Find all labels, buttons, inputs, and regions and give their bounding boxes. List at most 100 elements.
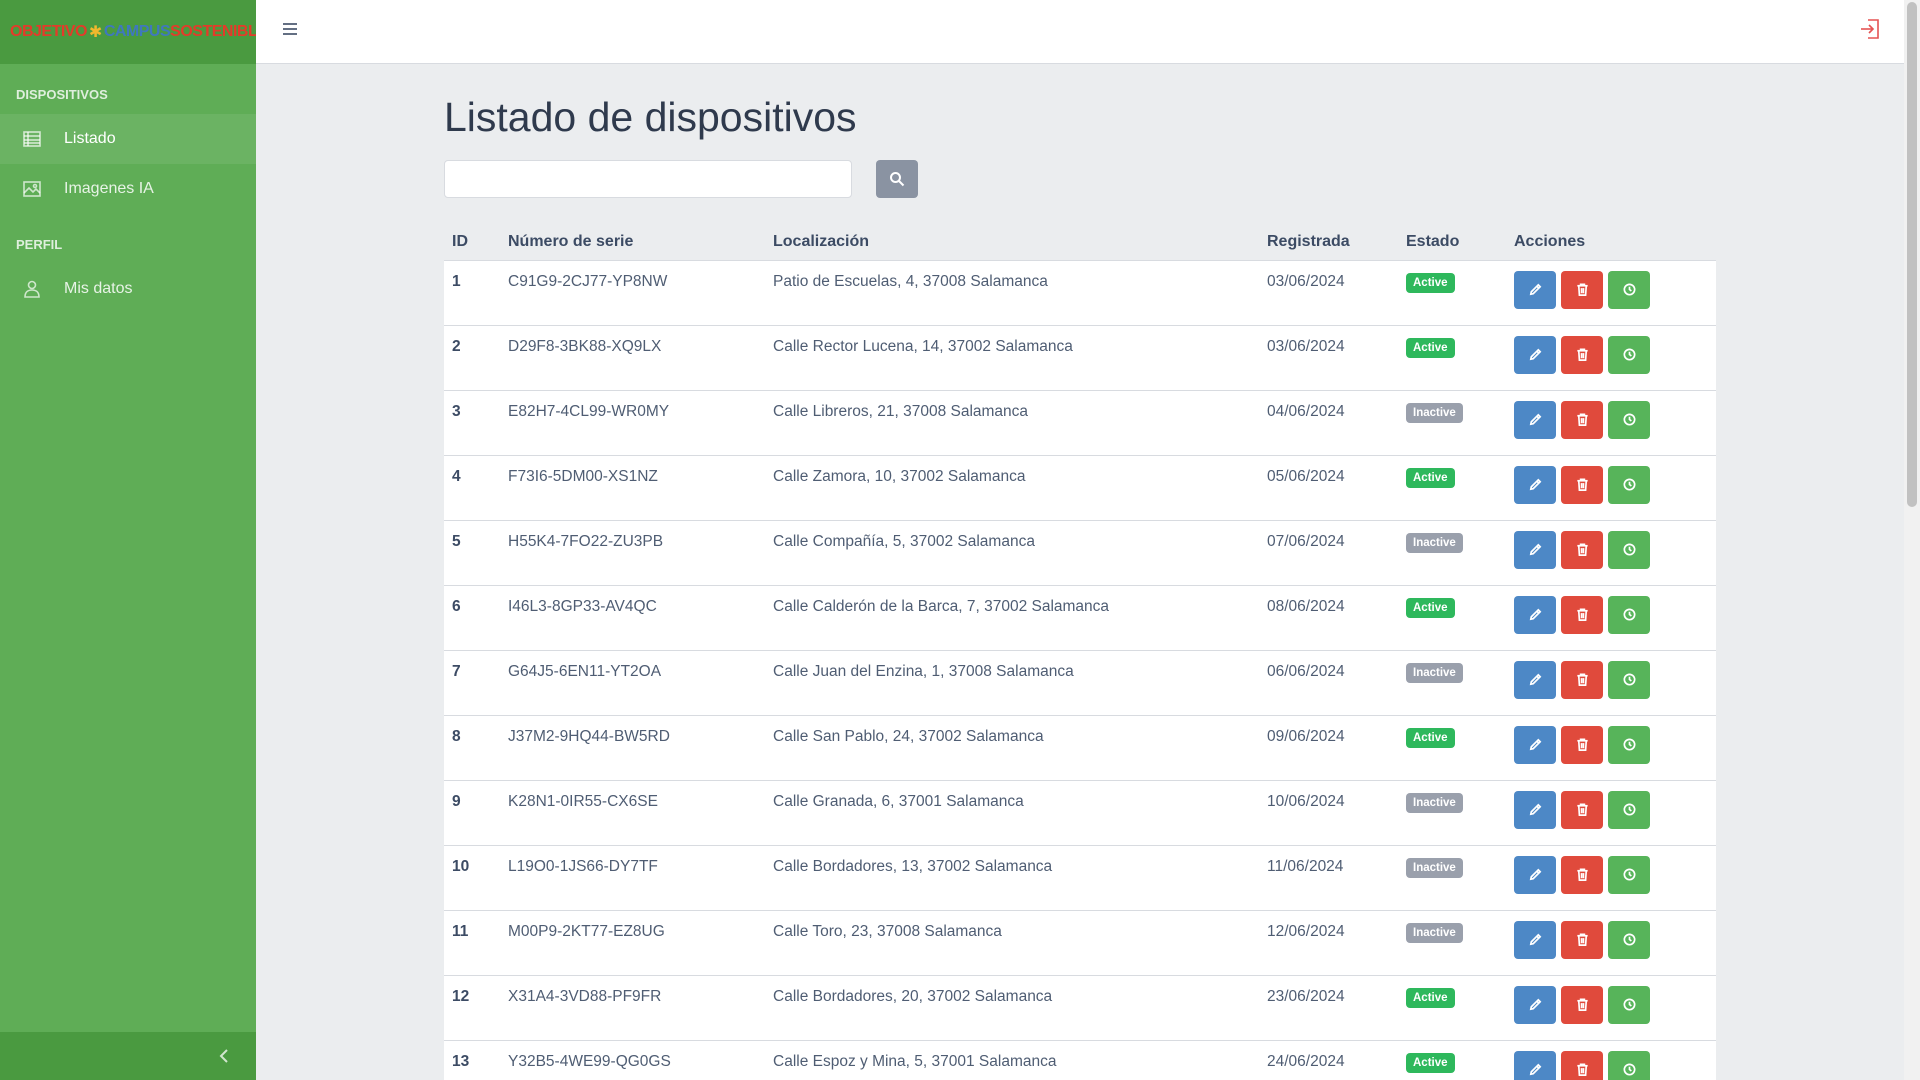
row-actions <box>1514 270 1708 309</box>
search-button[interactable] <box>876 160 918 198</box>
delete-button[interactable] <box>1561 790 1603 829</box>
sidebar-item-label: Imagenes IA <box>64 180 154 197</box>
trash-icon <box>1576 608 1588 621</box>
table-row: 4 F73I6-5DM00-XS1NZ Calle Zamora, 10, 3700… <box>444 455 1716 520</box>
trash-icon <box>1576 803 1588 816</box>
delete-button[interactable] <box>1561 1050 1603 1080</box>
delete-button[interactable] <box>1561 725 1603 764</box>
table-header-row: ID Número de serie Localización Registra… <box>444 222 1716 261</box>
cell-status: Active <box>1398 1040 1506 1080</box>
cell-serial: M00P9-2KT77-EZ8UG <box>508 922 665 940</box>
cell-status: Active <box>1398 455 1506 520</box>
delete-button[interactable] <box>1561 855 1603 894</box>
edit-button[interactable] <box>1514 920 1556 959</box>
pencil-icon <box>1529 478 1541 491</box>
sidebar-item-mis-datos[interactable]: Mis datos <box>0 264 256 314</box>
history-button[interactable] <box>1608 855 1650 894</box>
cell-serial: J37M2-9HQ44-BW5RD <box>508 727 670 745</box>
cell-registered: 24/06/2024 <box>1267 1052 1345 1070</box>
cell-registered: 11/06/2024 <box>1267 857 1344 875</box>
search-input[interactable] <box>444 160 852 198</box>
chevron-left-icon <box>219 1049 228 1063</box>
edit-button[interactable] <box>1514 465 1556 504</box>
logout-button[interactable] <box>1858 17 1882 46</box>
edit-button[interactable] <box>1514 335 1556 374</box>
cell-status: Active <box>1398 585 1506 650</box>
row-actions <box>1514 855 1708 894</box>
delete-button[interactable] <box>1561 465 1603 504</box>
delete-button[interactable] <box>1561 660 1603 699</box>
sidebar-item-imagenes-ia[interactable]: Imagenes IA <box>0 164 256 214</box>
row-actions <box>1514 530 1708 569</box>
scrollbar-thumb[interactable] <box>1907 2 1917 507</box>
cell-id: 7 <box>452 662 461 680</box>
delete-button[interactable] <box>1561 530 1603 569</box>
edit-button[interactable] <box>1514 790 1556 829</box>
edit-button[interactable] <box>1514 985 1556 1024</box>
delete-button[interactable] <box>1561 270 1603 309</box>
history-button[interactable] <box>1608 920 1650 959</box>
edit-button[interactable] <box>1514 530 1556 569</box>
menu-toggle-button[interactable] <box>280 19 300 44</box>
cell-id: 5 <box>452 532 461 550</box>
history-button[interactable] <box>1608 790 1650 829</box>
delete-button[interactable] <box>1561 335 1603 374</box>
history-button[interactable] <box>1608 1050 1650 1080</box>
row-actions <box>1514 660 1708 699</box>
cell-serial: X31A4-3VD88-PF9FR <box>508 987 662 1005</box>
nav-title-dispositivos: DISPOSITIVOS <box>16 87 108 102</box>
cell-status: Inactive <box>1398 650 1506 715</box>
cell-actions <box>1506 455 1716 520</box>
main-content: Listado de dispositivos ID Número de ser… <box>444 64 1716 1080</box>
edit-button[interactable] <box>1514 725 1556 764</box>
delete-button[interactable] <box>1561 985 1603 1024</box>
edit-button[interactable] <box>1514 270 1556 309</box>
history-button[interactable] <box>1608 530 1650 569</box>
trash-icon <box>1576 413 1588 426</box>
cell-registered: 03/06/2024 <box>1267 337 1345 355</box>
history-button[interactable] <box>1608 465 1650 504</box>
table-row: 5 H55K4-7FO22-ZU3PB Calle Compañía, 5, 370… <box>444 520 1716 585</box>
cell-id: 9 <box>452 792 461 810</box>
history-button[interactable] <box>1608 595 1650 634</box>
status-badge: Inactive <box>1406 792 1463 813</box>
edit-button[interactable] <box>1514 1050 1556 1080</box>
table-row: 6 I46L3-8GP33-AV4QC Calle Calderón de la B… <box>444 585 1716 650</box>
history-button[interactable] <box>1608 985 1650 1024</box>
history-icon <box>1623 348 1635 361</box>
cell-registered: 09/06/2024 <box>1267 727 1345 745</box>
row-actions <box>1514 790 1708 829</box>
history-button[interactable] <box>1608 400 1650 439</box>
sidebar-toggle-button[interactable] <box>0 1032 256 1080</box>
edit-button[interactable] <box>1514 855 1556 894</box>
pencil-icon <box>1529 673 1541 686</box>
edit-button[interactable] <box>1514 400 1556 439</box>
sidebar-item-listado[interactable]: Listado <box>0 114 256 164</box>
edit-button[interactable] <box>1514 595 1556 634</box>
status-badge: Active <box>1406 727 1455 748</box>
delete-button[interactable] <box>1561 920 1603 959</box>
pencil-icon <box>1529 348 1541 361</box>
cell-serial: C91G9-2CJ77-YP8NW <box>508 272 668 290</box>
delete-button[interactable] <box>1561 595 1603 634</box>
history-button[interactable] <box>1608 660 1650 699</box>
logout-icon <box>1861 19 1879 39</box>
history-button[interactable] <box>1608 335 1650 374</box>
cell-location: Calle Bordadores, 13, 37002 Salamanca <box>773 857 1053 875</box>
edit-button[interactable] <box>1514 660 1556 699</box>
brand-logo[interactable]: OBJETIVO ✱ CAMPUS SOSTENIBLES <box>0 0 278 64</box>
hamburger-icon <box>283 23 297 35</box>
cell-status: Active <box>1398 975 1506 1040</box>
page-scrollbar[interactable] <box>1904 0 1920 1080</box>
cell-actions <box>1506 1040 1716 1080</box>
trash-icon <box>1576 738 1588 751</box>
delete-button[interactable] <box>1561 400 1603 439</box>
history-button[interactable] <box>1608 725 1650 764</box>
column-header-actions: Acciones <box>1506 222 1716 261</box>
history-icon <box>1623 283 1635 296</box>
history-button[interactable] <box>1608 270 1650 309</box>
cell-serial: D29F8-3BK88-XQ9LX <box>508 337 662 355</box>
cell-actions <box>1506 715 1716 780</box>
column-header-serial: Número de serie <box>500 222 765 261</box>
status-badge: Active <box>1406 272 1455 293</box>
